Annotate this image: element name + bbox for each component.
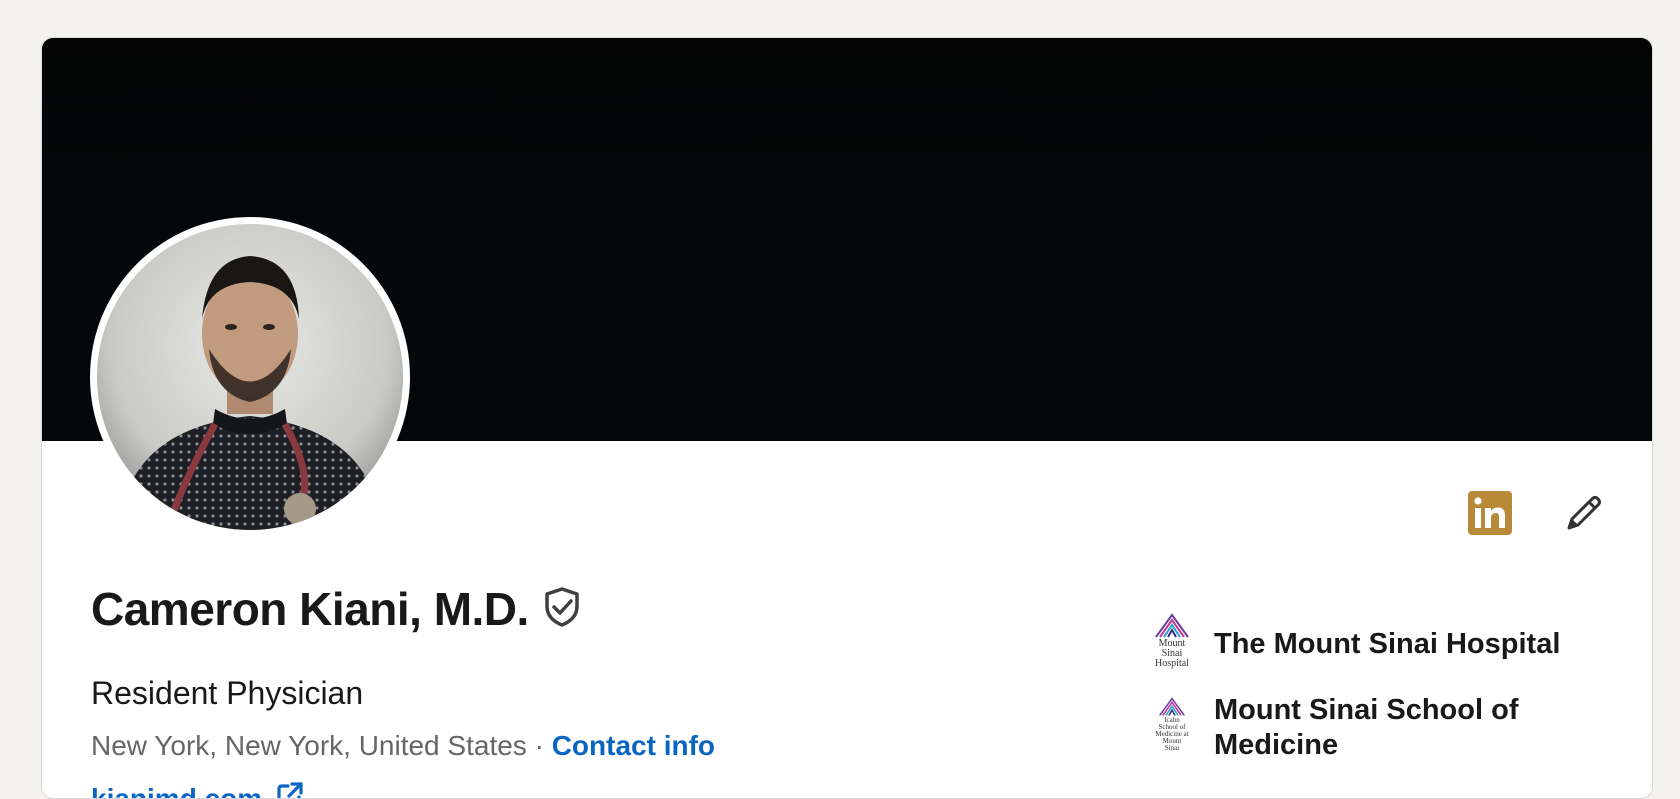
linkedin-badge-button[interactable] bbox=[1468, 491, 1512, 535]
org-name: Mount Sinai School of Medicine bbox=[1214, 693, 1610, 763]
name-row: Cameron Kiani, M.D. bbox=[91, 582, 581, 636]
org-logo-text: Mount Sinai Hospital bbox=[1155, 639, 1189, 669]
mount-sinai-hospital-logo: Mount Sinai Hospital bbox=[1150, 613, 1194, 675]
profile-card: Cameron Kiani, M.D. Resident Physician N… bbox=[41, 37, 1653, 799]
mountain-logo-icon bbox=[1155, 697, 1189, 717]
profile-headline: Resident Physician bbox=[91, 675, 363, 712]
pencil-icon bbox=[1563, 492, 1605, 534]
profile-actions bbox=[1468, 491, 1606, 535]
shield-check-icon[interactable] bbox=[543, 586, 581, 633]
profile-location: New York, New York, United States bbox=[91, 730, 527, 761]
mountain-logo-icon bbox=[1152, 613, 1192, 639]
avatar-illustration bbox=[97, 224, 403, 530]
separator-dot: · bbox=[535, 730, 544, 761]
external-link-icon bbox=[276, 781, 304, 799]
edit-profile-button[interactable] bbox=[1562, 491, 1606, 535]
icahn-school-logo: Icahn School of Medicine at Mount Sinai bbox=[1150, 697, 1194, 759]
website-link[interactable]: kianimd.com bbox=[91, 781, 304, 799]
location-row: New York, New York, United States · Cont… bbox=[91, 730, 715, 762]
org-item-mount-sinai-school[interactable]: Icahn School of Medicine at Mount Sinai … bbox=[1150, 693, 1610, 763]
organizations-list: Mount Sinai Hospital The Mount Sinai Hos… bbox=[1150, 613, 1610, 781]
profile-name: Cameron Kiani, M.D. bbox=[91, 582, 529, 636]
contact-info-link[interactable]: Contact info bbox=[552, 730, 715, 761]
profile-photo-frame[interactable] bbox=[90, 217, 410, 537]
org-name: The Mount Sinai Hospital bbox=[1214, 627, 1560, 662]
website-label: kianimd.com bbox=[91, 783, 262, 799]
org-item-mount-sinai-hospital[interactable]: Mount Sinai Hospital The Mount Sinai Hos… bbox=[1150, 613, 1610, 675]
org-logo-text: Icahn School of Medicine at Mount Sinai bbox=[1155, 717, 1188, 752]
linkedin-icon bbox=[1468, 491, 1512, 535]
profile-photo[interactable] bbox=[97, 224, 403, 530]
